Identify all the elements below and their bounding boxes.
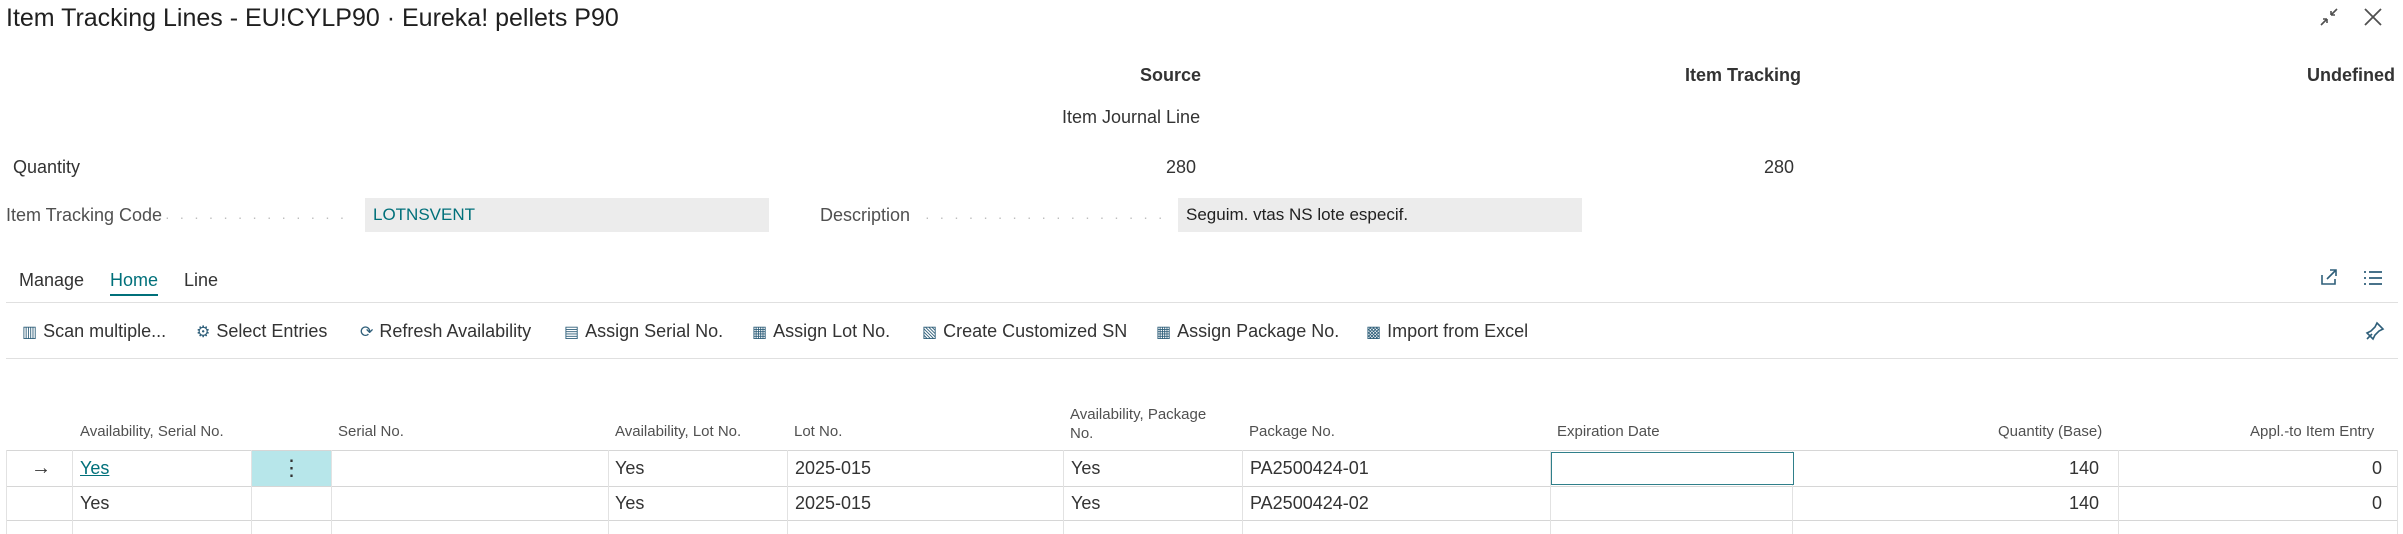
page-title: Item Tracking Lines - EU!CYLP90 · Eureka… <box>6 4 619 32</box>
table-row-2-appl-to-item-entry[interactable]: 0 <box>2372 493 2382 514</box>
summary-source-type: Item Journal Line <box>1062 107 1201 127</box>
action-label: Refresh Availability <box>379 321 532 341</box>
column-header-quantity-base[interactable]: Quantity (Base) <box>1998 422 2102 441</box>
collapse-icon-svg <box>2320 8 2338 26</box>
list-view-icon-svg <box>2364 271 2382 285</box>
table-row-1-lot-no[interactable]: 2025-015 <box>795 458 871 479</box>
action-label: Assign Lot No. <box>773 321 891 341</box>
pin-icon-svg <box>2365 321 2385 341</box>
grid-col-line <box>2118 450 2119 534</box>
item-tracking-code-label: Item Tracking Code <box>6 205 163 225</box>
column-header-availability-serial[interactable]: Availability, Serial No. <box>80 422 224 441</box>
table-row-1-quantity-base[interactable]: 140 <box>2069 458 2099 479</box>
quantity-item-tracking: 280 <box>1764 157 1795 177</box>
table-row-1-appl-to-item-entry[interactable]: 0 <box>2372 458 2382 479</box>
tab-line[interactable]: Line <box>184 270 218 291</box>
assign-serial-no-button[interactable]: ▤ Assign Serial No. <box>564 321 723 342</box>
list-view-icon[interactable] <box>2362 268 2384 293</box>
quantity-label: Quantity <box>13 157 81 177</box>
serial-no-icon: ▤ <box>564 324 580 341</box>
grid-row-line <box>6 486 2398 487</box>
lot-no-icon: ▦ <box>752 324 768 341</box>
availability-serial-link[interactable]: Yes <box>80 458 109 478</box>
close-icon-svg <box>2364 8 2382 26</box>
table-row-2-availability-serial[interactable]: Yes <box>80 493 109 514</box>
action-label: Assign Serial No. <box>585 321 724 341</box>
create-customized-sn-button[interactable]: ▧ Create Customized SN <box>922 321 1127 342</box>
grid-col-line <box>1242 450 1243 534</box>
action-bar-separator <box>6 358 2398 359</box>
action-label: Create Customized SN <box>943 321 1128 341</box>
grid-col-line <box>787 450 788 534</box>
assign-lot-no-button[interactable]: ▦ Assign Lot No. <box>752 321 890 342</box>
select-entries-button[interactable]: ⚙ Select Entries <box>196 321 327 342</box>
grid-col-line <box>1063 450 1064 534</box>
pin-icon[interactable] <box>2364 320 2386 347</box>
import-from-excel-button[interactable]: ▩ Import from Excel <box>1366 321 1528 342</box>
column-header-serial-no[interactable]: Serial No. <box>338 422 404 441</box>
table-row-1-availability-lot[interactable]: Yes <box>615 458 644 479</box>
column-header-lot-no[interactable]: Lot No. <box>794 422 842 441</box>
excel-import-icon: ▩ <box>1366 324 1382 341</box>
field-leader-dots: · · · · · · · · · · · · · · · · · · · · … <box>165 209 355 225</box>
item-tracking-code-field[interactable]: LOTNSVENT <box>365 198 769 232</box>
description-field[interactable]: Seguim. vtas NS lote especif. <box>1178 198 1582 232</box>
barcode-icon: ▥ <box>22 324 38 341</box>
table-row-2-lot-no[interactable]: 2025-015 <box>795 493 871 514</box>
grid-row-line <box>6 450 2398 451</box>
description-label: Description <box>820 205 911 225</box>
field-leader-dots: · · · · · · · · · · · · · · · · · · · · … <box>925 209 1165 225</box>
package-no-icon: ▦ <box>1156 324 1172 341</box>
action-label: Import from Excel <box>1387 321 1529 341</box>
column-header-appl-to-item-entry[interactable]: Appl.-to Item Entry <box>2250 422 2374 441</box>
action-label: Scan multiple... <box>43 321 167 341</box>
close-icon[interactable] <box>2362 6 2384 34</box>
table-row-1-availability-serial[interactable]: Yes <box>80 458 109 479</box>
select-entries-icon: ⚙ <box>196 324 211 341</box>
tab-separator <box>6 302 2398 303</box>
grid-col-line <box>72 450 73 534</box>
table-row-2-availability-package[interactable]: Yes <box>1071 493 1100 514</box>
column-header-expiration-date[interactable]: Expiration Date <box>1557 422 1660 441</box>
scan-multiple-button[interactable]: ▥ Scan multiple... <box>22 321 166 342</box>
action-label: Assign Package No. <box>1177 321 1340 341</box>
share-icon-svg <box>2321 269 2337 285</box>
action-label: Select Entries <box>216 321 328 341</box>
grid-col-line <box>331 450 332 534</box>
current-row-arrow-icon: → <box>31 457 51 479</box>
column-header-line: Availability, Package <box>1070 406 1207 423</box>
tab-home[interactable]: Home <box>110 270 159 296</box>
table-row-1-package-no[interactable]: PA2500424-01 <box>1250 458 1369 479</box>
table-row-2-availability-lot[interactable]: Yes <box>615 493 644 514</box>
share-icon[interactable] <box>2318 266 2340 293</box>
expiration-date-input[interactable] <box>1551 452 1794 485</box>
assign-package-no-button[interactable]: ▦ Assign Package No. <box>1156 321 1339 342</box>
grid-col-line <box>608 450 609 534</box>
column-header-availability-lot[interactable]: Availability, Lot No. <box>615 422 741 441</box>
table-row-2-package-no[interactable]: PA2500424-02 <box>1250 493 1369 514</box>
tab-manage[interactable]: Manage <box>19 270 84 291</box>
summary-header-undefined: Undefined <box>2307 65 2395 85</box>
summary-header-item-tracking: Item Tracking <box>1685 65 1802 85</box>
column-header-package-no[interactable]: Package No. <box>1249 422 1335 441</box>
row-actions-ellipsis-button[interactable]: ⋮ <box>252 451 331 486</box>
refresh-icon: ⟳ <box>360 324 374 341</box>
grid-col-line <box>6 450 7 534</box>
table-row-2-quantity-base[interactable]: 140 <box>2069 493 2099 514</box>
collapse-icon[interactable] <box>2318 6 2340 34</box>
table-row-1-availability-package[interactable]: Yes <box>1071 458 1100 479</box>
quantity-source: 280 <box>1166 157 1197 177</box>
customized-sn-icon: ▧ <box>922 324 938 341</box>
column-header-line: No. <box>1070 425 1094 442</box>
refresh-availability-button[interactable]: ⟳ Refresh Availability <box>360 321 531 342</box>
summary-header-source: Source <box>1140 65 1202 85</box>
grid-col-line <box>2397 450 2398 534</box>
grid-row-line <box>6 520 2398 521</box>
column-header-availability-package[interactable]: Availability, Package No. <box>1070 405 1206 443</box>
